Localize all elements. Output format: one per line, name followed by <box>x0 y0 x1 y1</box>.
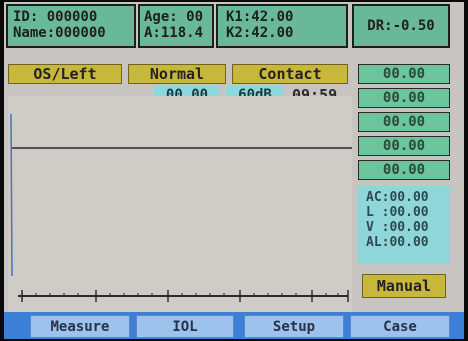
biometry-stats: AC:00.00 L :00.00 V :00.00 AL:00.00 <box>358 186 450 264</box>
measurement-box-5[interactable]: 00.00 <box>358 160 450 180</box>
a-constant: A:118.4 <box>144 25 204 41</box>
eye-select-button[interactable]: OS/Left <box>8 64 122 84</box>
tab-case[interactable]: Case <box>350 315 450 338</box>
waveform-graph <box>8 96 352 316</box>
measurement-box-2[interactable]: 00.00 <box>358 88 450 108</box>
dr-value: DR:-0.50 <box>367 18 435 34</box>
patient-id: ID: 000000 <box>13 9 98 25</box>
waveform-spike <box>10 113 13 277</box>
patient-age: Age: 00 <box>144 9 204 25</box>
measurement-box-3[interactable]: 00.00 <box>358 112 450 132</box>
patient-name: Name:000000 <box>13 25 106 41</box>
lens-type-button[interactable]: Normal <box>128 64 226 84</box>
measurement-box-1[interactable]: 00.00 <box>358 64 450 84</box>
device-screen: ID: 000000 Name:000000 Age: 00 A:118.4 K… <box>4 2 464 339</box>
stat-v: V :00.00 <box>366 220 429 235</box>
measurement-box-4[interactable]: 00.00 <box>358 136 450 156</box>
tab-measure[interactable]: Measure <box>30 315 130 338</box>
contact-mode-button[interactable]: Contact <box>232 64 348 84</box>
k2-value: K2:42.00 <box>226 25 294 41</box>
tab-setup[interactable]: Setup <box>244 315 344 338</box>
dr-panel: DR:-0.50 <box>352 4 450 48</box>
k1-value: K1:42.00 <box>226 9 294 25</box>
stat-al: AL:00.00 <box>366 235 429 250</box>
tab-iol[interactable]: IOL <box>136 315 234 338</box>
manual-button[interactable]: Manual <box>362 274 446 298</box>
waveform-svg <box>10 113 352 302</box>
keratometry-panel: K1:42.00 K2:42.00 <box>216 4 348 48</box>
age-a-panel: Age: 00 A:118.4 <box>138 4 214 48</box>
stat-l: L :00.00 <box>366 205 429 220</box>
stat-ac: AC:00.00 <box>366 190 429 205</box>
id-name-panel: ID: 000000 Name:000000 <box>6 4 136 48</box>
